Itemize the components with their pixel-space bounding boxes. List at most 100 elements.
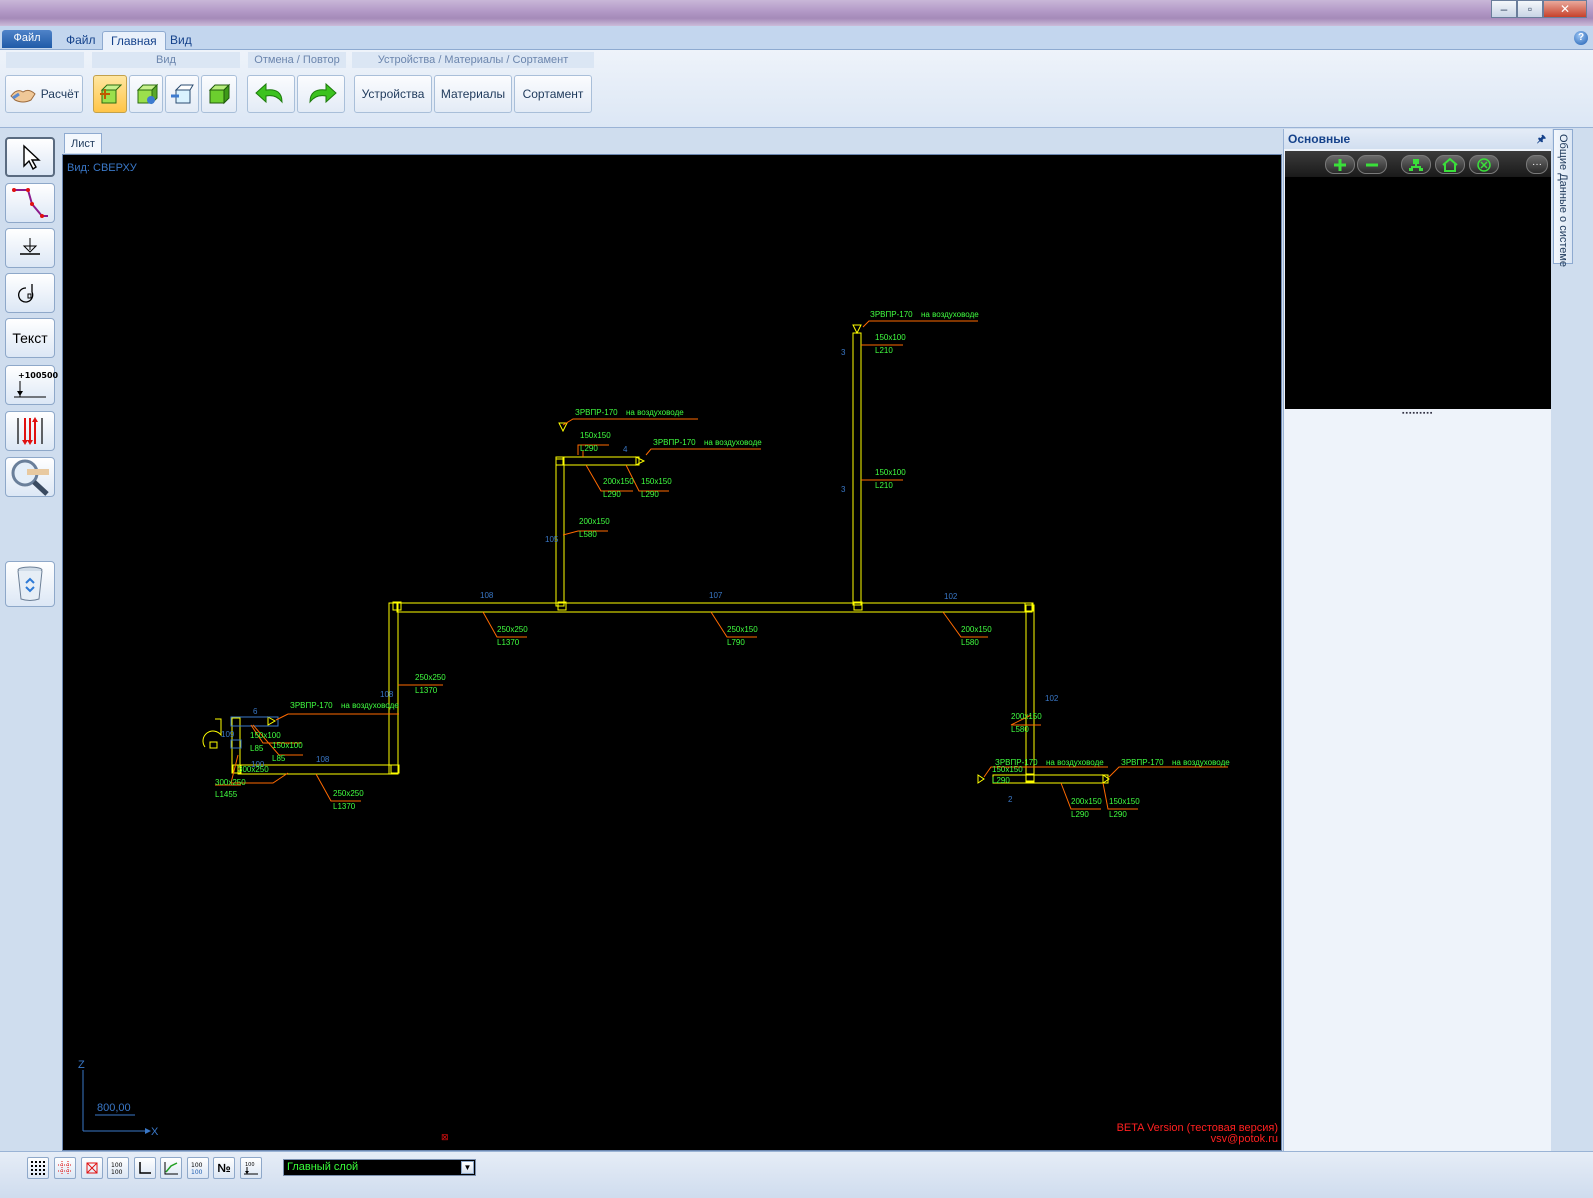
grid-toggle-button[interactable]: [27, 1157, 49, 1179]
dimensions-button[interactable]: 100 100: [107, 1157, 129, 1179]
tab-file-menu[interactable]: Файл: [2, 30, 52, 48]
minimize-button[interactable]: –: [1491, 0, 1517, 18]
close-button[interactable]: ✕: [1543, 0, 1587, 18]
cube-side-view-icon: [171, 84, 194, 104]
left-toolbar: Текст +100500: [0, 129, 60, 1151]
properties-panel: Основные 🖈 ··· ▪▪▪▪▪▪▪▪▪: [1283, 129, 1552, 1151]
ortho-button[interactable]: [134, 1157, 156, 1179]
remove-button[interactable]: [1357, 155, 1387, 174]
duct-length-label: L580: [1011, 725, 1029, 734]
damper-location-label: на воздуховоде: [704, 438, 762, 447]
view-front-button[interactable]: [129, 75, 163, 113]
labels-button[interactable]: 100 100: [187, 1157, 209, 1179]
tab-system-general-data[interactable]: Общие Данные о системе: [1553, 129, 1573, 268]
duct-main-trunk[interactable]: [231, 332, 1109, 784]
select-tool-button[interactable]: [5, 137, 55, 177]
devices-button[interactable]: Устройства: [354, 75, 432, 113]
preview-area[interactable]: [1285, 177, 1551, 409]
calc-button-label: Расчёт: [40, 87, 80, 101]
more-button[interactable]: ···: [1526, 155, 1548, 174]
window-controls: – ▫ ✕: [1491, 0, 1587, 18]
damper-label: ЗРВПР-170: [1121, 758, 1164, 767]
duct-length-label: L1370: [497, 638, 520, 647]
snap-off-button[interactable]: [81, 1157, 103, 1179]
duct-length-label: L290: [992, 776, 1010, 785]
chevron-down-icon[interactable]: ▼: [461, 1161, 474, 1174]
ortho-corner-icon: [139, 1162, 151, 1174]
axis-z-label: Z: [78, 1059, 85, 1071]
maximize-button[interactable]: ▫: [1517, 0, 1543, 18]
node-number: 108: [316, 755, 330, 764]
view-top-button[interactable]: [93, 75, 127, 113]
numbering-button[interactable]: №: [213, 1157, 235, 1179]
terminal-device-tool-button[interactable]: [5, 228, 55, 268]
elevation-tool-button[interactable]: +100500: [5, 365, 58, 405]
handshake-icon: [9, 82, 37, 106]
redo-icon: [309, 82, 337, 104]
polar-button[interactable]: [160, 1157, 182, 1179]
flow-arrows-icon: [17, 417, 43, 445]
svg-text:100: 100: [191, 1162, 203, 1169]
side-tab-label: Общие Данные о системе: [1557, 134, 1569, 268]
node-number: 108: [380, 690, 394, 699]
grid-dots-icon: [31, 1161, 45, 1175]
dimension-digits-icon: 100100: [111, 1162, 123, 1176]
tab-home[interactable]: Главная: [102, 31, 166, 50]
snap-grid-icon: [58, 1161, 72, 1175]
view-label: Вид: СВЕРХУ: [67, 162, 138, 174]
materials-button[interactable]: Материалы: [434, 75, 512, 113]
undo-button[interactable]: [247, 75, 295, 113]
node-number: 107: [709, 591, 723, 600]
arrows-tool-button[interactable]: [5, 411, 55, 451]
duct-size-label: 150x150: [580, 431, 611, 440]
view-3d-button[interactable]: [201, 75, 237, 113]
duct-length-label: L290: [603, 490, 621, 499]
add-node-button[interactable]: [1401, 155, 1431, 174]
svg-text:100: 100: [111, 1169, 123, 1176]
tab-view[interactable]: Вид: [162, 31, 200, 50]
damper-location-label: на воздуховоде: [1046, 758, 1104, 767]
duct-size-label: 150x100: [875, 468, 906, 477]
calc-button[interactable]: Расчёт: [5, 75, 83, 113]
duct-length-label: L1370: [415, 686, 438, 695]
text-tool-button[interactable]: Текст: [5, 318, 55, 358]
view-side-button[interactable]: [165, 75, 199, 113]
fan-tool-button[interactable]: [5, 273, 55, 313]
duct-size-label: 150x100: [250, 731, 281, 740]
panel-header: Основные 🖈: [1284, 129, 1552, 149]
panel-title: Основные: [1288, 132, 1351, 146]
duct-route-tool-button[interactable]: [5, 183, 55, 223]
tab-sheet[interactable]: Лист: [64, 133, 102, 153]
help-icon[interactable]: ?: [1574, 31, 1588, 45]
add-button[interactable]: [1325, 155, 1355, 174]
group-title-undo-redo: Отмена / Повтор: [248, 52, 346, 68]
elevation-marks-button[interactable]: 100: [240, 1157, 262, 1179]
layer-select[interactable]: Главный слой ▼: [283, 1159, 476, 1176]
damper-label: ЗРВПР-170: [653, 438, 696, 447]
tab-file[interactable]: Файл: [58, 31, 104, 50]
splitter-grip[interactable]: ▪▪▪▪▪▪▪▪▪: [1402, 410, 1433, 417]
svg-text:100: 100: [191, 1169, 203, 1176]
damper-label: ЗРВПР-170: [290, 701, 333, 710]
duct-length-label: L210: [875, 481, 893, 490]
duct-size-label: 250x250: [497, 625, 528, 634]
damper-label: ЗРВПР-170: [575, 408, 618, 417]
home-node-button[interactable]: [1435, 155, 1465, 174]
cursor-arrow-icon: [23, 144, 41, 170]
drawing-canvas[interactable]: Вид: СВЕРХУ 108 107 102 105 6 4 3 3 102 …: [62, 154, 1282, 1151]
snap-grid-button[interactable]: [54, 1157, 76, 1179]
cube-front-view-icon: [136, 83, 158, 105]
duct-size-label: 250x150: [727, 625, 758, 634]
zoom-tool-button[interactable]: [5, 457, 55, 497]
delete-tool-button[interactable]: [5, 561, 55, 607]
pin-icon[interactable]: 🖈: [1537, 132, 1546, 149]
redo-button[interactable]: [297, 75, 345, 113]
duct-size-label: 150x150: [1109, 797, 1140, 806]
assortment-button[interactable]: Сортамент: [514, 75, 592, 113]
delete-node-button[interactable]: [1469, 155, 1499, 174]
elevation-icon: +100500: [10, 369, 58, 401]
duct-size-label: 150x150: [992, 765, 1023, 774]
node-number: 6: [253, 707, 258, 716]
panel-toolbar: ···: [1285, 151, 1551, 177]
leader-lines: [215, 320, 1228, 810]
